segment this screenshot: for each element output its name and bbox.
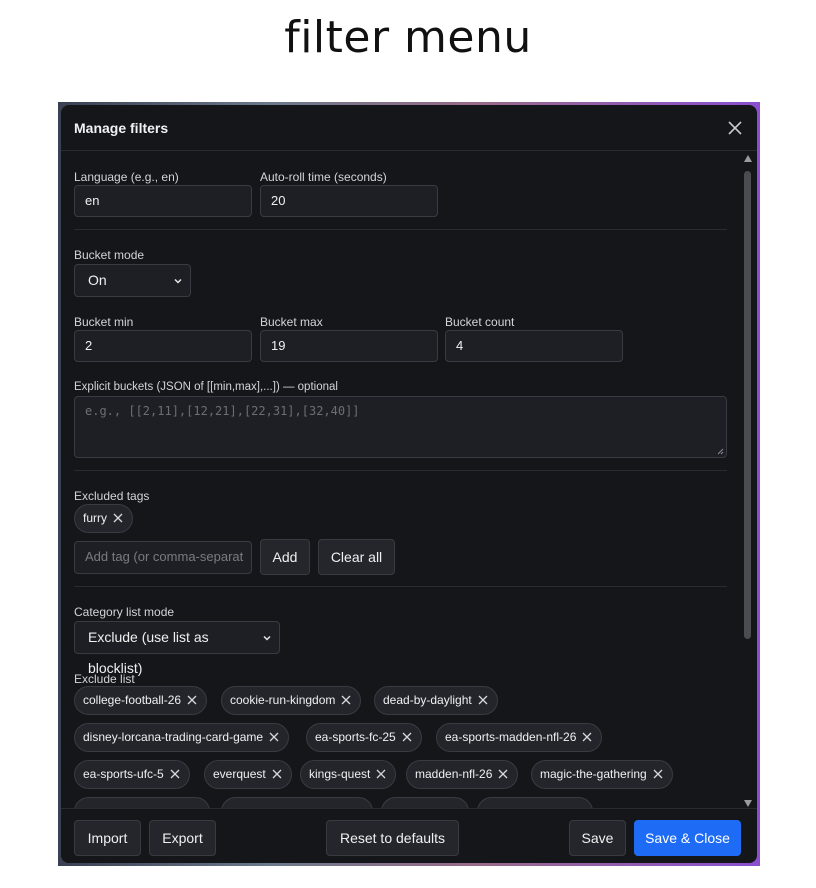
scroll-down-icon[interactable] xyxy=(744,800,752,807)
remove-category-icon[interactable] xyxy=(268,731,280,743)
category-chip: kings-quest xyxy=(300,760,397,789)
chip-label: dead-by-daylight xyxy=(383,693,472,707)
language-input[interactable]: en xyxy=(74,185,252,217)
category-mode-value: Exclude (use list as blocklist) xyxy=(88,629,209,676)
explicit-buckets-textarea[interactable]: e.g., [[2,11],[12,21],[22,31],[32,40]] xyxy=(74,396,727,458)
chip-label: college-football-26 xyxy=(83,693,182,707)
add-tag-button[interactable]: Add xyxy=(260,539,310,575)
category-chip: ea-sports-fc-25 xyxy=(306,723,422,752)
remove-category-icon[interactable] xyxy=(169,768,181,780)
dialog-header: Manage filters xyxy=(61,105,757,151)
exclude-list-label: Exclude list xyxy=(74,672,135,686)
bucket-max-label: Bucket max xyxy=(260,315,323,329)
chip-label: magic-the-gathering xyxy=(540,767,647,781)
bucket-min-input[interactable]: 2 xyxy=(74,330,252,362)
category-chip: everquest xyxy=(204,760,292,789)
chip-label: madden-nfl-26 xyxy=(415,767,493,781)
page-heading: filter menu xyxy=(284,12,532,63)
category-chip: dead-by-daylight xyxy=(374,686,498,715)
add-tag-input[interactable]: Add tag (or comma-separat xyxy=(74,541,252,574)
dialog-scrollbar[interactable] xyxy=(743,155,753,807)
chip-label: everquest xyxy=(213,767,266,781)
category-chip: ea-sports-ufc-5 xyxy=(74,760,190,789)
import-button[interactable]: Import xyxy=(74,820,141,856)
bucket-min-label: Bucket min xyxy=(74,315,134,329)
remove-category-icon[interactable] xyxy=(186,694,198,706)
reset-defaults-button[interactable]: Reset to defaults xyxy=(326,820,459,856)
chevron-down-icon xyxy=(174,278,182,284)
category-chip: cookie-run-kingdom xyxy=(221,686,362,715)
remove-category-icon[interactable] xyxy=(271,768,283,780)
chip-label: kings-quest xyxy=(309,767,371,781)
explicit-buckets-label: Explicit buckets (JSON of [[min,max],...… xyxy=(74,381,338,393)
category-chip-clipped xyxy=(221,797,373,808)
manage-filters-dialog: Manage filters Language (e.g., en) en Au… xyxy=(61,105,757,863)
chip-label: ea-sports-ufc-5 xyxy=(83,767,164,781)
remove-category-icon[interactable] xyxy=(652,768,664,780)
bucket-mode-value: On xyxy=(88,272,107,288)
close-icon[interactable] xyxy=(725,118,745,138)
scroll-thumb[interactable] xyxy=(744,171,751,639)
chip-label: cookie-run-kingdom xyxy=(230,693,336,707)
language-label: Language (e.g., en) xyxy=(74,170,179,184)
autoroll-input[interactable]: 20 xyxy=(260,185,438,217)
section-divider xyxy=(74,229,727,230)
category-mode-label: Category list mode xyxy=(74,605,175,619)
chip-label: ea-sports-madden-nfl-26 xyxy=(445,730,577,744)
excluded-tag-chip: furry xyxy=(74,504,133,533)
bucket-count-input[interactable]: 4 xyxy=(445,330,623,362)
remove-category-icon[interactable] xyxy=(375,768,387,780)
bucket-mode-select[interactable]: On xyxy=(74,264,191,297)
save-button[interactable]: Save xyxy=(569,820,626,856)
remove-category-icon[interactable] xyxy=(497,768,509,780)
chip-label: ea-sports-fc-25 xyxy=(315,730,396,744)
scroll-up-icon[interactable] xyxy=(744,155,752,162)
category-chip: ea-sports-madden-nfl-26 xyxy=(436,723,603,752)
category-chip: disney-lorcana-trading-card-game xyxy=(74,723,290,752)
explicit-buckets-placeholder: e.g., [[2,11],[12,21],[22,31],[32,40]] xyxy=(85,404,360,418)
resize-grip-icon[interactable] xyxy=(717,448,724,455)
category-mode-select[interactable]: Exclude (use list as blocklist) xyxy=(74,621,280,676)
bucket-max-input[interactable]: 19 xyxy=(260,330,438,362)
chip-label: disney-lorcana-trading-card-game xyxy=(83,730,264,744)
category-chip-clipped xyxy=(477,797,593,808)
category-chip: madden-nfl-26 xyxy=(406,760,519,789)
bucket-mode-label: Bucket mode xyxy=(74,248,145,262)
dialog-footer: Import Export Reset to defaults Save Sav… xyxy=(61,808,757,863)
bucket-count-label: Bucket count xyxy=(445,315,515,329)
remove-category-icon[interactable] xyxy=(477,694,489,706)
excluded-tags-label: Excluded tags xyxy=(74,489,150,503)
dialog-body: Language (e.g., en) en Auto-roll time (s… xyxy=(61,152,741,808)
chip-label: furry xyxy=(83,511,107,525)
save-close-button[interactable]: Save & Close xyxy=(634,820,741,856)
remove-category-icon[interactable] xyxy=(581,731,593,743)
autoroll-label: Auto-roll time (seconds) xyxy=(260,170,387,184)
category-chip: college-football-26 xyxy=(74,686,208,715)
export-button[interactable]: Export xyxy=(149,820,216,856)
clear-all-button[interactable]: Clear all xyxy=(318,539,395,575)
remove-category-icon[interactable] xyxy=(401,731,413,743)
dialog-title: Manage filters xyxy=(74,120,169,136)
category-chip-clipped xyxy=(381,797,469,808)
remove-category-icon[interactable] xyxy=(340,694,352,706)
section-divider xyxy=(74,470,727,471)
chevron-down-icon xyxy=(263,635,271,641)
category-chip-clipped xyxy=(74,797,210,808)
remove-tag-icon[interactable] xyxy=(112,512,124,524)
category-chip: magic-the-gathering xyxy=(531,760,673,789)
section-divider xyxy=(74,586,727,587)
